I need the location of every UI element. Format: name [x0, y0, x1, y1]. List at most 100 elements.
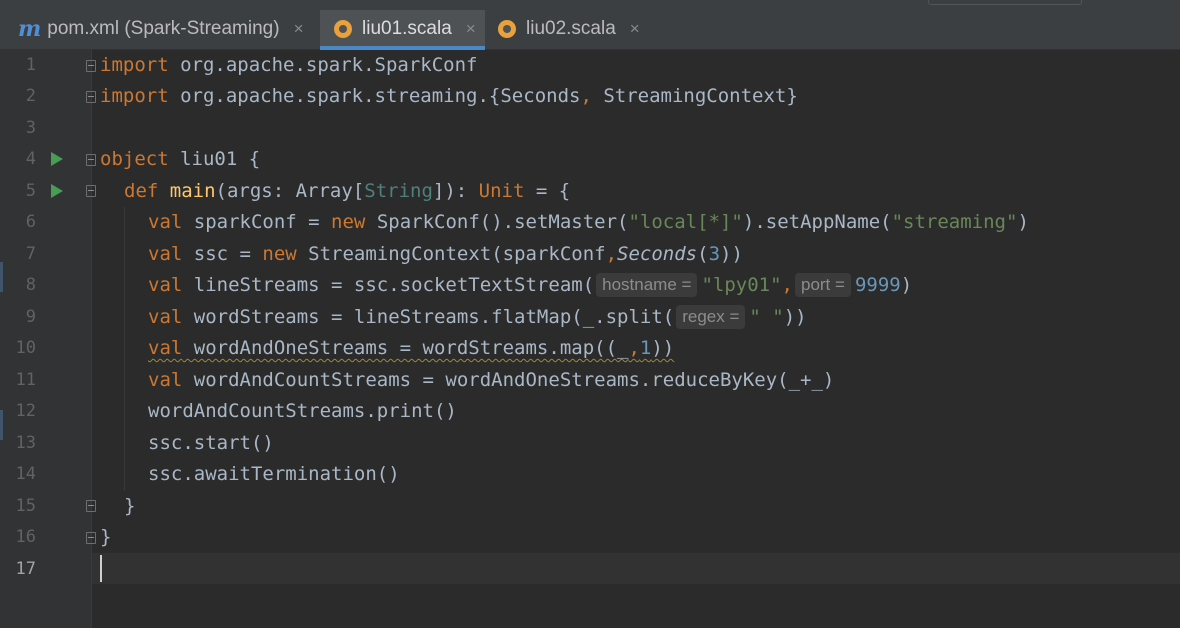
keyword: val [148, 306, 183, 328]
run-icon[interactable] [51, 152, 63, 166]
code-text: wordAndOneStreams = wordStreams.map((_ [182, 337, 629, 359]
code-text: ( [697, 243, 709, 265]
keyword: new [331, 211, 366, 233]
code-text: ssc.awaitTermination() [148, 463, 400, 485]
line-number: 2 [25, 86, 36, 106]
code-line-15[interactable]: } [124, 491, 135, 522]
text-caret [100, 555, 102, 582]
toolbar-fragment [928, 0, 1082, 5]
code-text: org.apache.spark.streaming.{Seconds [168, 85, 581, 107]
code-text: StreamingContext} [591, 85, 798, 107]
code-text: wordAndCountStreams = wordAndOneStreams.… [182, 369, 835, 391]
keyword: Unit [478, 180, 525, 202]
code-comma: , [781, 274, 793, 296]
code-text: sparkConf = [182, 211, 332, 233]
close-icon[interactable]: × [630, 19, 640, 39]
line-number: 13 [15, 433, 36, 453]
code-comma: , [580, 85, 592, 107]
code-text: )) [720, 243, 743, 265]
line-number: 8 [25, 275, 36, 295]
fold-icon[interactable] [86, 91, 96, 103]
close-icon[interactable]: × [466, 19, 476, 39]
fold-icon[interactable] [86, 185, 96, 197]
type-name: String [364, 180, 433, 202]
line-number: 1 [25, 55, 36, 75]
fold-icon[interactable] [86, 60, 96, 72]
code-line-5[interactable]: def main(args: Array[String]): Unit = { [124, 176, 570, 207]
code-text: wordStreams = lineStreams.flatMap(_.spli… [182, 306, 675, 328]
current-line-highlight [92, 553, 1180, 584]
keyword: val [148, 369, 183, 391]
function-name: main [169, 180, 216, 202]
code-text: = { [524, 180, 571, 202]
code-line-11[interactable]: val wordAndCountStreams = wordAndOneStre… [148, 365, 834, 396]
code-text: liu01 { [168, 148, 261, 170]
code-line-12[interactable]: wordAndCountStreams.print() [148, 396, 457, 427]
run-icon[interactable] [51, 184, 63, 198]
tab-liu01-scala[interactable]: liu01.scala × [320, 10, 485, 50]
code-line-14[interactable]: ssc.awaitTermination() [148, 459, 400, 490]
tab-label: pom.xml (Spark-Streaming) [47, 18, 280, 39]
fold-icon[interactable] [86, 532, 96, 544]
code-text: ).setAppName( [742, 211, 892, 233]
line-number: 5 [25, 181, 36, 201]
code-text: (args: Array[ [215, 180, 365, 202]
code-text: org.apache.spark.SparkConf [168, 54, 478, 76]
string-literal: "local[*]" [628, 211, 743, 233]
fold-icon[interactable] [86, 154, 96, 166]
code-text: } [124, 495, 136, 517]
fold-icon[interactable] [86, 500, 96, 512]
line-number: 9 [25, 307, 36, 327]
number-literal: 1 [639, 337, 652, 359]
line-number: 7 [25, 244, 36, 264]
editor-tab-bar: m pom.xml (Spark-Streaming) × liu01.scal… [0, 0, 1180, 50]
number-literal: 9999 [854, 274, 901, 296]
code-line-2[interactable]: import org.apache.spark.streaming.{Secon… [100, 81, 798, 112]
maven-icon: m [18, 16, 42, 42]
code-text: StreamingContext(sparkConf [296, 243, 606, 265]
keyword: import [100, 54, 169, 76]
code-comma: , [628, 337, 640, 359]
line-number: 14 [15, 464, 36, 484]
keyword: val [148, 243, 183, 265]
tab-pom-xml[interactable]: m pom.xml (Spark-Streaming) × [0, 10, 316, 48]
code-line-1[interactable]: import org.apache.spark.SparkConf [100, 50, 478, 81]
keyword: def [124, 180, 159, 202]
line-number: 12 [15, 401, 36, 421]
tab-liu02-scala[interactable]: liu02.scala × [486, 10, 646, 48]
code-line-4[interactable]: object liu01 { [100, 144, 260, 175]
parameter-hint: port = [794, 273, 851, 297]
code-text: ]): [432, 180, 479, 202]
code-text: ) [900, 274, 913, 296]
code-text: lineStreams = ssc.socketTextStream( [182, 274, 595, 296]
code-text: SparkConf().setMaster( [365, 211, 629, 233]
string-literal: "streaming" [891, 211, 1018, 233]
code-line-10[interactable]: val wordAndOneStreams = wordStreams.map(… [148, 333, 674, 364]
code-line-7[interactable]: val ssc = new StreamingContext(sparkConf… [148, 239, 743, 270]
keyword: val [148, 211, 183, 233]
line-number: 10 [15, 338, 36, 358]
close-icon[interactable]: × [294, 19, 304, 39]
code-line-13[interactable]: ssc.start() [148, 428, 274, 459]
code-line-6[interactable]: val sparkConf = new SparkConf().setMaste… [148, 207, 1029, 238]
string-literal: "lpy01" [701, 274, 782, 296]
string-literal: " " [749, 306, 784, 328]
code-text: ssc.start() [148, 432, 274, 454]
line-number: 3 [25, 118, 36, 138]
line-number: 15 [15, 496, 36, 516]
keyword: val [148, 274, 183, 296]
tab-label: liu02.scala [526, 18, 616, 39]
code-line-8[interactable]: val lineStreams = ssc.socketTextStream(h… [148, 270, 912, 301]
line-number: 11 [15, 370, 36, 390]
indent-guide [124, 207, 125, 491]
code-text: )) [651, 337, 675, 359]
line-number: 4 [25, 149, 36, 169]
code-line-9[interactable]: val wordStreams = lineStreams.flatMap(_.… [148, 302, 807, 333]
line-number: 16 [15, 527, 36, 547]
code-line-16[interactable]: } [100, 522, 111, 553]
code-text: } [100, 526, 112, 548]
parameter-hint: regex = [676, 305, 746, 329]
italic-call: Seconds [617, 243, 698, 265]
code-text: )) [783, 306, 807, 328]
parameter-hint: hostname = [596, 273, 698, 297]
